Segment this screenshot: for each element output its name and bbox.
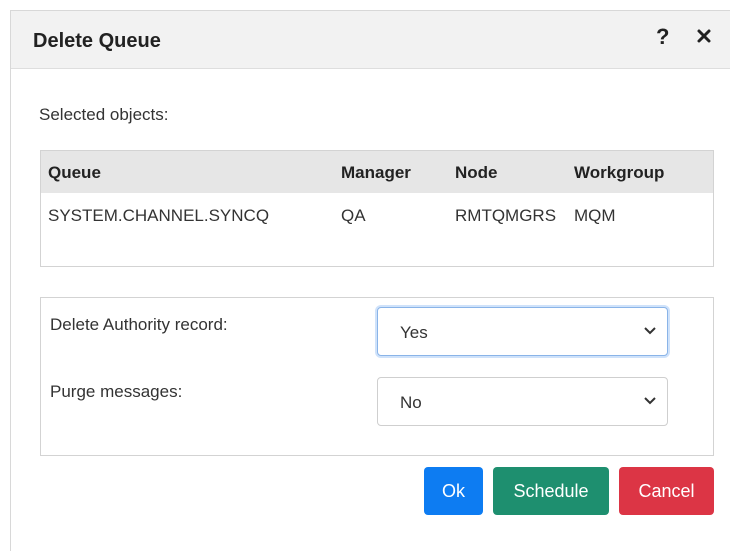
cell-node: RMTQMGRS xyxy=(455,206,557,225)
column-header-node: Node xyxy=(455,163,498,182)
purge-messages-label: Purge messages: xyxy=(50,382,183,401)
chevron-down-icon xyxy=(644,327,656,335)
column-header-queue: Queue xyxy=(48,163,101,182)
ok-button[interactable]: Ok xyxy=(424,467,483,515)
delete-authority-select[interactable]: Yes xyxy=(377,307,668,356)
delete-authority-value: Yes xyxy=(400,323,428,342)
cancel-button[interactable]: Cancel xyxy=(619,467,714,515)
close-icon[interactable] xyxy=(696,28,712,44)
cell-manager: QA xyxy=(341,206,366,225)
dialog-header: Delete Queue ? xyxy=(11,11,730,69)
delete-authority-label: Delete Authority record: xyxy=(50,315,228,334)
chevron-down-icon xyxy=(644,397,656,405)
options-panel: Delete Authority record: Yes Purge messa… xyxy=(40,297,714,456)
schedule-button[interactable]: Schedule xyxy=(493,467,609,515)
purge-messages-select[interactable]: No xyxy=(377,377,668,426)
cell-workgroup: MQM xyxy=(574,206,616,225)
table-header: Queue Manager Node Workgroup xyxy=(41,151,713,193)
selected-objects-table: Queue Manager Node Workgroup SYSTEM.CHAN… xyxy=(40,150,714,267)
help-icon[interactable]: ? xyxy=(656,24,669,50)
dialog-title: Delete Queue xyxy=(33,30,161,52)
selected-objects-label: Selected objects: xyxy=(39,105,169,124)
cell-queue: SYSTEM.CHANNEL.SYNCQ xyxy=(48,206,270,225)
column-header-manager: Manager xyxy=(341,163,411,182)
column-header-workgroup: Workgroup xyxy=(574,163,665,182)
purge-messages-value: No xyxy=(400,393,422,412)
delete-queue-dialog: Delete Queue ? Selected objects: Queue M… xyxy=(10,10,730,551)
